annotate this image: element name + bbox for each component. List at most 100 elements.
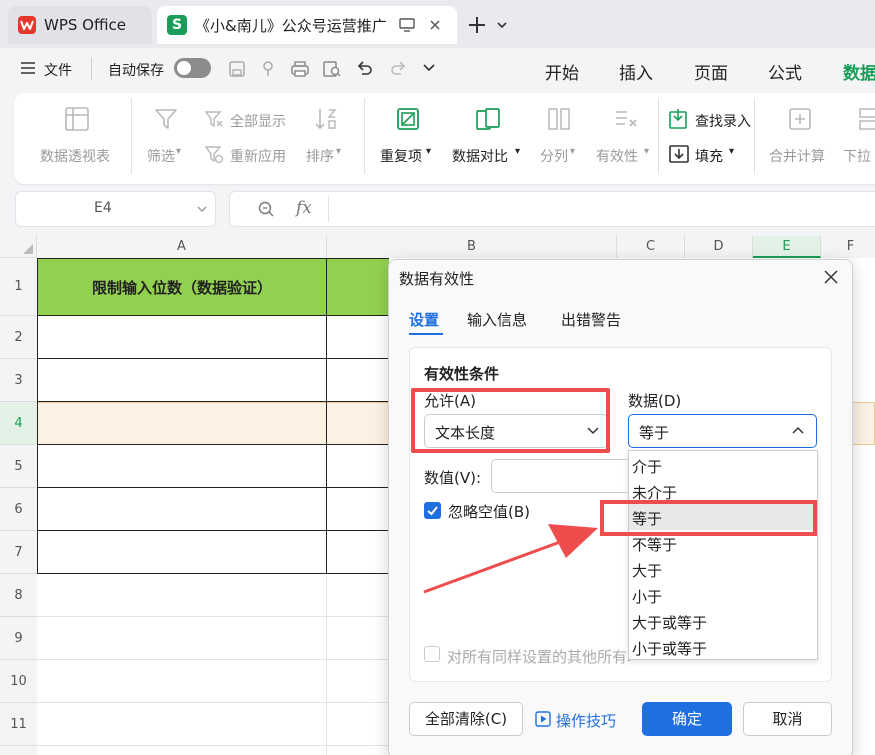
redo-icon[interactable]: [389, 59, 407, 77]
tab-wps-office[interactable]: WPS Office: [8, 6, 152, 44]
option-not-equal[interactable]: 不等于: [632, 534, 677, 555]
row-header-selected[interactable]: 4: [0, 402, 37, 445]
play-video-icon: [535, 711, 551, 727]
tab-home[interactable]: 开始: [545, 59, 579, 84]
red-arrow-icon: [423, 524, 598, 594]
row-header[interactable]: 2: [0, 316, 37, 359]
lookup-entry-button[interactable]: 查找录入: [695, 111, 751, 131]
table-region: [37, 316, 389, 574]
fx-icon[interactable]: fx: [296, 198, 312, 218]
ribbon-divider: [364, 98, 365, 174]
option-greater-equal[interactable]: 大于或等于: [632, 612, 707, 633]
validity-icon: [613, 106, 639, 132]
sort-icon: [313, 106, 339, 132]
print-icon[interactable]: [290, 60, 310, 78]
option-between[interactable]: 介于: [632, 456, 662, 477]
new-tab-icon[interactable]: [467, 15, 487, 35]
tab-input-message[interactable]: 输入信息: [467, 309, 527, 330]
row-header[interactable]: 5: [0, 445, 37, 488]
row-header[interactable]: 6: [0, 488, 37, 531]
column-header-selected[interactable]: E: [753, 236, 821, 258]
value-input[interactable]: [491, 459, 631, 493]
autosave-toggle[interactable]: [174, 58, 211, 78]
wps-logo-icon: [18, 16, 36, 34]
consolidate-icon: [787, 106, 813, 132]
column-header[interactable]: D: [685, 236, 753, 258]
highlight-box: [411, 388, 610, 453]
tab-settings[interactable]: 设置: [409, 309, 439, 330]
screen-icon[interactable]: [399, 18, 415, 32]
consolidate-button[interactable]: 合并计算: [769, 146, 825, 166]
select-all-corner[interactable]: [0, 236, 37, 258]
save-icon[interactable]: [228, 60, 246, 78]
pivot-table-icon: [64, 106, 90, 132]
tab-document[interactable]: S 《小&南儿》公众号运营推广: [157, 6, 457, 44]
close-tab-icon[interactable]: [429, 19, 441, 31]
filter-icon: [153, 106, 179, 132]
menu-file[interactable]: 文件: [44, 60, 72, 80]
row-header[interactable]: 1: [0, 258, 37, 316]
tab-data[interactable]: 数据: [843, 59, 875, 84]
dropdown-list-button[interactable]: 下拉: [843, 146, 875, 166]
split-column-button[interactable]: 分列: [540, 146, 568, 166]
data-compare-button[interactable]: 数据对比: [452, 146, 508, 166]
show-all-icon: [204, 109, 224, 129]
tips-link[interactable]: 操作技巧: [556, 710, 616, 731]
cancel-button[interactable]: 取消: [743, 702, 832, 736]
column-header[interactable]: B: [327, 236, 617, 258]
fill-button[interactable]: 填充: [695, 146, 723, 166]
option-less[interactable]: 小于: [632, 586, 662, 607]
name-box[interactable]: E4: [15, 191, 216, 227]
row-header[interactable]: 7: [0, 531, 37, 574]
reapply-icon: [204, 144, 224, 164]
validity-button[interactable]: 有效性: [596, 146, 638, 166]
ribbon-divider: [658, 98, 659, 174]
share-icon[interactable]: [259, 60, 277, 78]
ok-button[interactable]: 确定: [642, 702, 732, 736]
undo-icon[interactable]: [356, 59, 374, 77]
chevron-down-icon[interactable]: [496, 20, 508, 30]
tab-page[interactable]: 页面: [694, 59, 728, 84]
column-header[interactable]: C: [617, 236, 685, 258]
data-select-value: 等于: [639, 424, 670, 442]
option-less-equal[interactable]: 小于或等于: [632, 638, 707, 659]
chevron-up-icon: [792, 426, 804, 434]
divider: [328, 196, 329, 222]
column-header[interactable]: F: [821, 236, 875, 258]
row-header[interactable]: 3: [0, 359, 37, 402]
row-header[interactable]: 9: [0, 617, 37, 660]
clear-all-button[interactable]: 全部清除(C): [409, 702, 523, 736]
zoom-search-icon[interactable]: [257, 200, 275, 218]
tab-label: WPS Office: [44, 16, 126, 34]
row-header[interactable]: 10: [0, 660, 37, 703]
filter-button[interactable]: 筛选: [147, 146, 175, 166]
apply-all-checkbox[interactable]: [424, 646, 440, 662]
show-all-button[interactable]: 全部显示: [230, 111, 286, 131]
data-select[interactable]: 等于: [628, 414, 817, 448]
row-header[interactable]: 11: [0, 703, 37, 746]
cell-b1[interactable]: [327, 258, 389, 316]
tab-formula[interactable]: 公式: [768, 59, 802, 84]
reapply-button[interactable]: 重新应用: [230, 146, 286, 166]
option-greater[interactable]: 大于: [632, 560, 662, 581]
menu-icon[interactable]: [20, 61, 36, 75]
split-column-icon: [546, 106, 572, 132]
pivot-table-button[interactable]: 数据透视表: [40, 146, 110, 166]
close-icon[interactable]: [824, 270, 838, 284]
tab-error-alert[interactable]: 出错警告: [561, 309, 621, 330]
chevron-down-icon[interactable]: [196, 205, 208, 213]
column-header[interactable]: A: [37, 236, 327, 258]
duplicates-icon: [395, 106, 421, 132]
print-preview-icon[interactable]: [322, 60, 342, 78]
sort-button[interactable]: 排序: [306, 146, 334, 166]
cell-a1[interactable]: 限制输入位数（数据验证）: [37, 258, 327, 316]
name-box-value: E4: [94, 200, 112, 216]
chevron-down-icon[interactable]: [422, 63, 436, 73]
row-header[interactable]: [0, 746, 37, 755]
row-header[interactable]: 8: [0, 574, 37, 617]
duplicates-button[interactable]: 重复项: [380, 146, 422, 166]
tab-label: 《小&南儿》公众号运营推广: [195, 16, 387, 35]
formula-bar[interactable]: fx: [229, 191, 875, 227]
tab-insert[interactable]: 插入: [619, 59, 653, 84]
section-title: 有效性条件: [424, 365, 500, 383]
